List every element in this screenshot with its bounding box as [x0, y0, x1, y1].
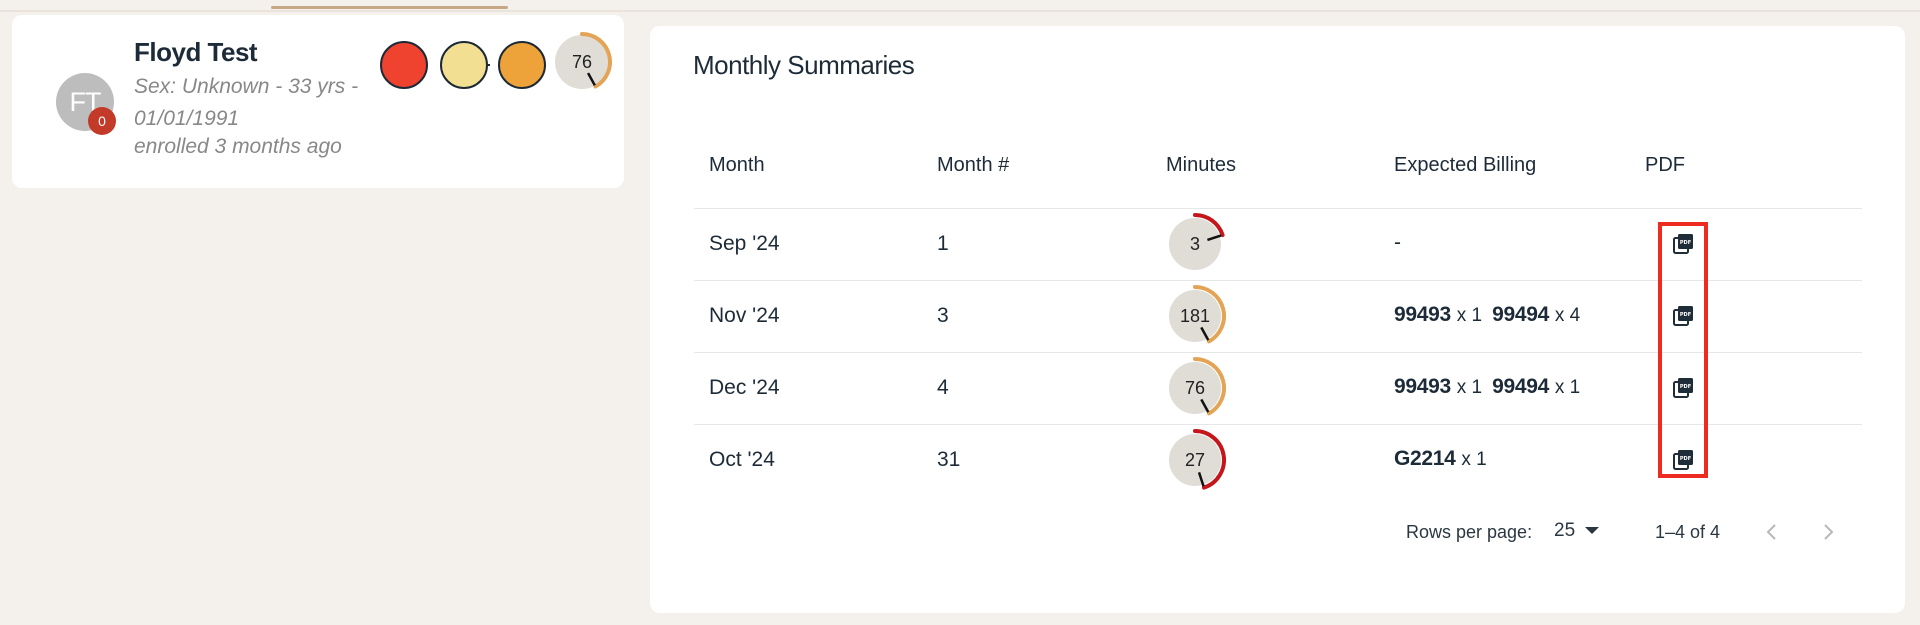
status-dot-red	[380, 41, 428, 89]
rows-per-page-value: 25	[1554, 520, 1576, 541]
minutes-value: 76	[1184, 377, 1206, 398]
panel-title: Monthly Summaries	[693, 50, 915, 80]
expected-billing-cell: 99493 x 1 99494 x 1	[1394, 375, 1580, 399]
active-tab-indicator	[271, 6, 508, 9]
month-cell: Oct '24	[709, 448, 775, 471]
next-page-button[interactable]	[1816, 520, 1840, 544]
billing-code: 99493	[1394, 303, 1451, 326]
gauge-value: 76	[571, 51, 593, 72]
billing-quantity: x 4	[1554, 305, 1581, 326]
header-divider	[694, 208, 1862, 209]
column-header-minutes[interactable]: Minutes	[1166, 154, 1236, 177]
month-number-cell: 31	[937, 448, 961, 471]
column-header-month-number[interactable]: Month #	[937, 154, 1009, 177]
rows-per-page-select[interactable]: 25	[1554, 520, 1600, 542]
expected-billing-cell: -	[1394, 231, 1401, 255]
status-dot-orange	[498, 41, 546, 89]
monthly-summaries-panel: Monthly Summaries Month Month # Minutes …	[650, 26, 1905, 613]
billing-quantity: x 1	[1554, 377, 1581, 398]
billing-code: 99493	[1394, 375, 1451, 398]
billing-quantity: x 1	[1461, 449, 1487, 470]
billing-code: 99494	[1492, 303, 1550, 326]
billing-quantity: x 1	[1456, 305, 1483, 326]
status-dot-yellow	[440, 41, 488, 89]
enrollment-status: enrolled 3 months ago	[134, 135, 342, 158]
pdf-column-highlight	[1658, 222, 1708, 478]
notification-badge: 0	[88, 107, 116, 135]
badge-count: 0	[98, 113, 106, 129]
month-number-cell: 1	[937, 232, 949, 255]
billing-quantity: x 1	[1456, 377, 1483, 398]
previous-page-button[interactable]	[1760, 520, 1784, 544]
risk-status-indicator	[368, 41, 546, 97]
billing-empty: -	[1394, 231, 1401, 254]
column-header-expected-billing[interactable]: Expected Billing	[1394, 154, 1536, 177]
minutes-value: 3	[1189, 233, 1200, 254]
pagination-range: 1–4 of 4	[1655, 522, 1721, 542]
minutes-gauge: 181	[1164, 285, 1226, 347]
minutes-value: 181	[1179, 305, 1211, 326]
minutes-gauge: 27	[1164, 429, 1226, 491]
column-header-month[interactable]: Month	[709, 154, 765, 177]
month-cell: Dec '24	[709, 376, 780, 399]
chevron-right-icon	[1824, 524, 1834, 540]
month-cell: Sep '24	[709, 232, 780, 255]
rows-per-page-label: Rows per page:	[1406, 522, 1533, 542]
month-number-cell: 4	[937, 376, 949, 399]
billing-code: G2214	[1394, 447, 1456, 470]
top-divider	[0, 10, 1920, 12]
patient-demographics: Sex: Unknown - 33 yrs - 01/01/1991	[134, 75, 359, 130]
billing-code: 99494	[1492, 375, 1550, 398]
chevron-down-icon	[1585, 527, 1600, 535]
minutes-gauge: 76	[1164, 357, 1226, 419]
minutes-gauge: 3	[1164, 213, 1226, 275]
column-header-pdf: PDF	[1645, 154, 1685, 176]
minutes-gauge: 76	[552, 32, 612, 92]
patient-card[interactable]: FT 0 Floyd Test Sex: Unknown - 33 yrs - …	[12, 15, 624, 188]
minutes-value: 27	[1184, 449, 1206, 470]
chevron-left-icon	[1766, 524, 1776, 540]
expected-billing-cell: 99493 x 1 99494 x 4	[1394, 303, 1580, 327]
month-number-cell: 3	[937, 304, 949, 327]
patient-name[interactable]: Floyd Test	[134, 37, 258, 68]
expected-billing-cell: G2214 x 1	[1394, 447, 1487, 471]
month-cell: Nov '24	[709, 304, 780, 327]
